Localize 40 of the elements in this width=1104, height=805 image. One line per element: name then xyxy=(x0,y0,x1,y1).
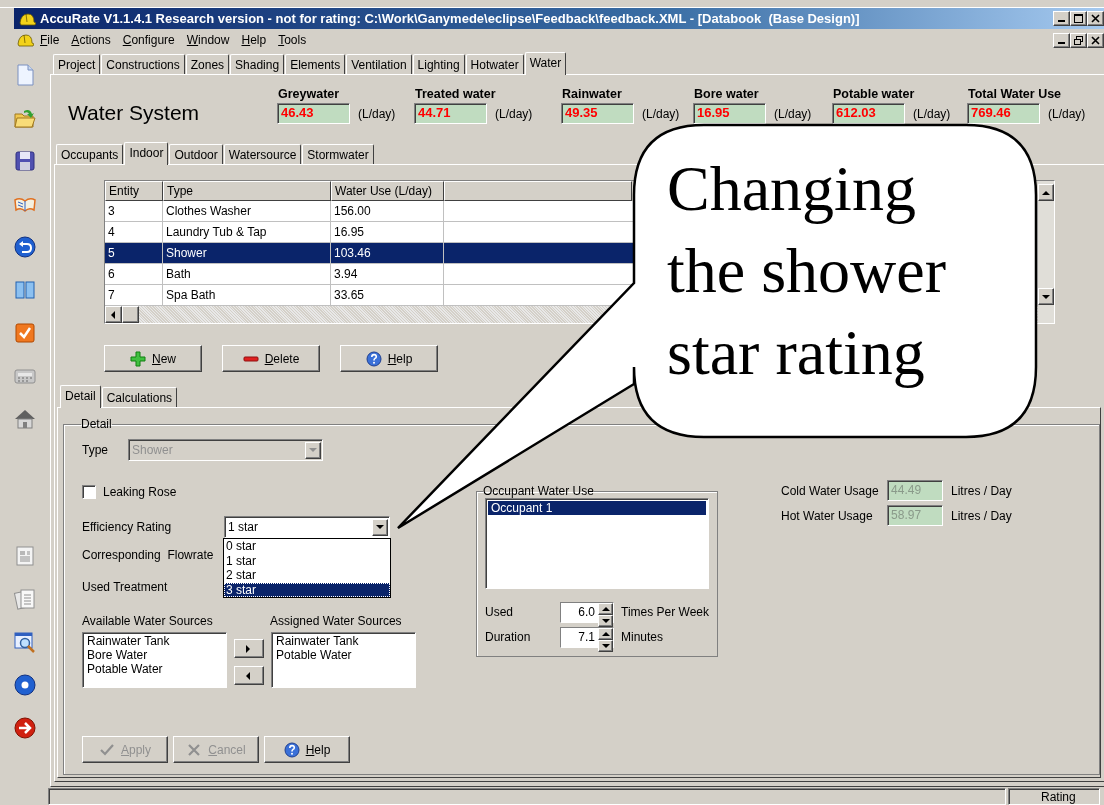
window-title: AccuRate V1.1.4.1 Research version - not for rating: C:\Work\Ganymede\eclipse\Feedback\feedback.XML - [Databook (Base Design)] xyxy=(40,11,861,26)
field-label: Efficiency Rating xyxy=(82,520,173,534)
field-label: Cold Water Usage xyxy=(781,483,880,498)
field-label: Type xyxy=(82,443,109,457)
unit-label: Times Per Week xyxy=(621,605,710,619)
unit-label: (L/day) xyxy=(913,106,951,121)
field-label: Hot Water Usage xyxy=(781,508,874,523)
total-value: 769.46 xyxy=(967,103,1040,124)
readonly-field: 58.97 xyxy=(887,505,944,526)
status-text: Rating xyxy=(1008,788,1100,805)
total-value: 49.35 xyxy=(561,103,634,124)
unit-label: (L/day) xyxy=(1048,106,1086,121)
total-label: Greywater xyxy=(277,87,341,103)
field-label: Corresponding Flowrate xyxy=(82,548,214,562)
total-label: Treated water xyxy=(414,87,497,103)
unit-label: Minutes xyxy=(621,630,664,644)
list-label: Assigned Water Sources xyxy=(270,614,402,628)
unit-label: (L/day) xyxy=(642,106,680,121)
total-label: Bore water xyxy=(693,87,760,103)
unit-label: Litres / Day xyxy=(951,508,1012,523)
checkbox-label: Leaking Rose xyxy=(103,485,177,499)
group-title: Detail xyxy=(81,417,112,431)
total-value: 44.71 xyxy=(414,103,487,124)
unit-label: (L/day) xyxy=(774,106,812,121)
total-value: 612.03 xyxy=(832,103,905,124)
unit-label: (L/day) xyxy=(358,106,396,121)
unit-label: Litres / Day xyxy=(951,483,1012,498)
section-title: Water System xyxy=(68,100,201,125)
total-value: 46.43 xyxy=(277,103,350,124)
readonly-field: 44.49 xyxy=(887,480,944,501)
total-value: 16.95 xyxy=(693,103,766,124)
total-label: Potable water xyxy=(832,87,916,103)
list-label: Available Water Sources xyxy=(82,614,214,628)
total-label: Rainwater xyxy=(561,87,623,103)
field-label: Used Treatment xyxy=(82,580,168,594)
unit-label: (L/day) xyxy=(495,106,533,121)
group-title: Occupant Water Use xyxy=(483,484,594,498)
total-label: Total Water Use xyxy=(967,87,1063,103)
field-label: Duration xyxy=(485,630,532,644)
field-label: Used xyxy=(485,605,514,619)
